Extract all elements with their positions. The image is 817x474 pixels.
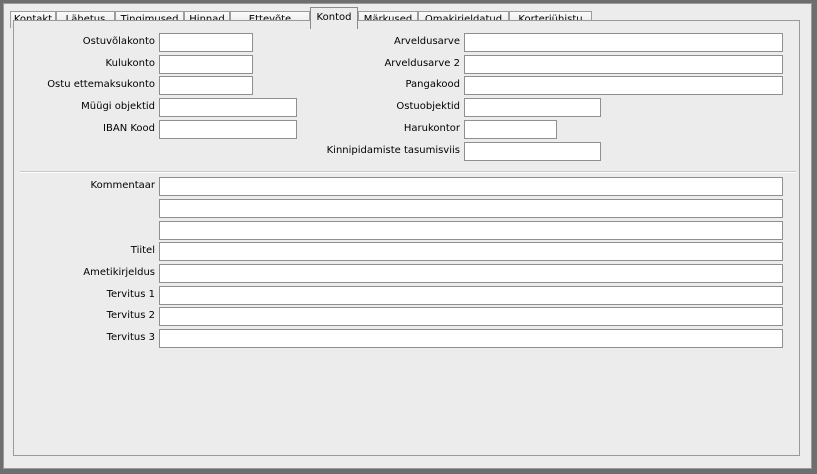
tiitel-field[interactable] — [159, 242, 783, 261]
arveldusarve-field[interactable] — [464, 33, 783, 52]
ostuobjektid-label: Ostuobjektid — [396, 101, 460, 112]
arveldusarve-2-field[interactable] — [464, 55, 783, 74]
ostu-ettemaksukonto-label: Ostu ettemaksukonto — [47, 79, 155, 90]
kinnipidamiste-tasumisviis-label: Kinnipidamiste tasumisviis — [326, 145, 460, 156]
tervitus-3-field[interactable] — [159, 329, 783, 348]
tervitus-2-field[interactable] — [159, 307, 783, 326]
ametikirjeldus-label: Ametikirjeldus — [83, 267, 155, 278]
kulukonto-field[interactable] — [159, 55, 253, 74]
kulukonto-label: Kulukonto — [105, 58, 155, 69]
kommentaar-line-3[interactable] — [159, 221, 783, 240]
muugi-objektid-field[interactable] — [159, 98, 297, 117]
harukontor-field[interactable] — [464, 120, 557, 139]
kommentaar-label: Kommentaar — [90, 180, 155, 191]
muugi-objektid-label: Müügi objektid — [81, 101, 155, 112]
tervitus-1-field[interactable] — [159, 286, 783, 305]
harukontor-label: Harukontor — [403, 123, 460, 134]
kommentaar-line-1[interactable] — [159, 177, 783, 196]
ametikirjeldus-field[interactable] — [159, 264, 783, 283]
ostuobjektid-field[interactable] — [464, 98, 601, 117]
iban-kood-field[interactable] — [159, 120, 297, 139]
ostu-ettemaksukonto-field[interactable] — [159, 76, 253, 95]
arveldusarve-2-label: Arveldusarve 2 — [384, 58, 460, 69]
tervitus-2-label: Tervitus 2 — [106, 310, 155, 321]
pangakood-label: Pangakood — [405, 79, 460, 90]
ostuvolakonto-field[interactable] — [159, 33, 253, 52]
iban-kood-label: IBAN Kood — [103, 123, 155, 134]
kommentaar-line-2[interactable] — [159, 199, 783, 218]
tervitus-1-label: Tervitus 1 — [106, 289, 155, 300]
arveldusarve-label: Arveldusarve — [393, 36, 460, 47]
tervitus-3-label: Tervitus 3 — [106, 332, 155, 343]
tiitel-label: Tiitel — [130, 245, 155, 256]
tab-kontod[interactable]: Kontod — [310, 7, 358, 29]
kinnipidamiste-tasumisviis-field[interactable] — [464, 142, 601, 161]
pangakood-field[interactable] — [464, 76, 783, 95]
ostuvolakonto-label: Ostuvõlakonto — [82, 36, 155, 47]
section-divider — [20, 171, 796, 173]
